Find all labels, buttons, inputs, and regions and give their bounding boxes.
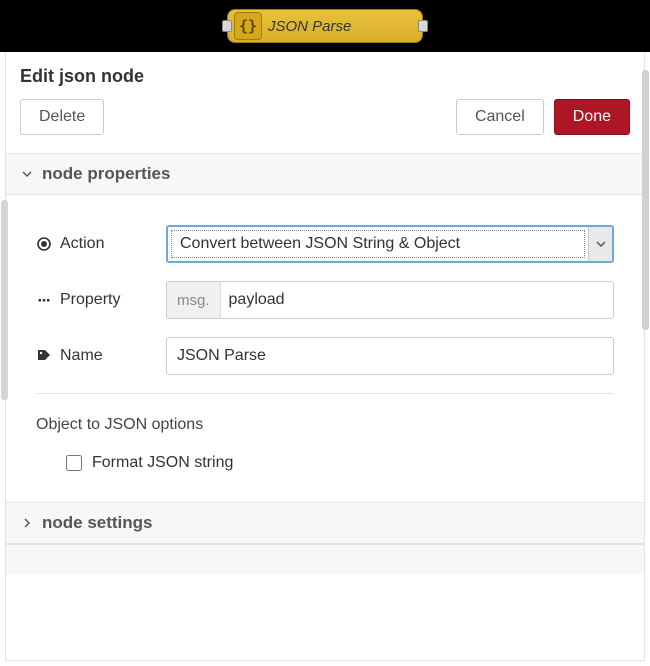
section-header-settings[interactable]: node settings [6,502,644,544]
button-row: Delete Cancel Done [6,99,644,153]
workspace-strip: {} JSON Parse [0,0,650,52]
property-input-wrap: msg. [166,281,614,319]
done-button[interactable]: Done [554,99,630,135]
divider [36,393,614,394]
scrollbar[interactable] [1,200,8,400]
tag-icon [36,348,52,364]
chevron-down-icon [22,169,32,179]
page-title: Edit json node [6,52,644,99]
node-input-port[interactable] [222,20,232,32]
properties-body: Action Convert between JSON String & Obj… [6,195,644,502]
section-title-properties: node properties [42,164,170,184]
chevron-down-icon[interactable] [588,227,612,261]
panel-footer [6,544,644,574]
action-select-value: Convert between JSON String & Object [171,230,585,258]
name-label-text: Name [60,347,103,365]
name-label: Name [36,347,166,365]
action-select[interactable]: Convert between JSON String & Object [166,225,614,263]
edit-panel: Edit json node Delete Cancel Done node p… [5,52,645,661]
delete-button[interactable]: Delete [20,99,104,135]
property-label: Property [36,291,166,309]
radio-dot-icon [36,236,52,252]
format-json-checkbox[interactable] [66,455,82,471]
node-pill-label: JSON Parse [268,18,351,35]
property-label-text: Property [60,291,120,309]
action-label: Action [36,235,166,253]
node-output-port[interactable] [418,20,428,32]
cancel-button[interactable]: Cancel [456,99,544,135]
action-label-text: Action [60,235,104,253]
section-title-settings: node settings [42,513,153,533]
property-input[interactable] [221,282,613,318]
node-pill[interactable]: {} JSON Parse [227,9,423,43]
chevron-right-icon [22,518,32,528]
json-icon: {} [234,12,262,40]
scrollbar[interactable] [642,70,649,330]
json-options-title: Object to JSON options [36,416,614,434]
section-header-properties[interactable]: node properties [6,153,644,195]
ellipsis-icon [36,292,52,308]
format-json-label: Format JSON string [92,454,233,472]
name-input[interactable] [166,337,614,375]
property-prefix[interactable]: msg. [167,282,221,318]
